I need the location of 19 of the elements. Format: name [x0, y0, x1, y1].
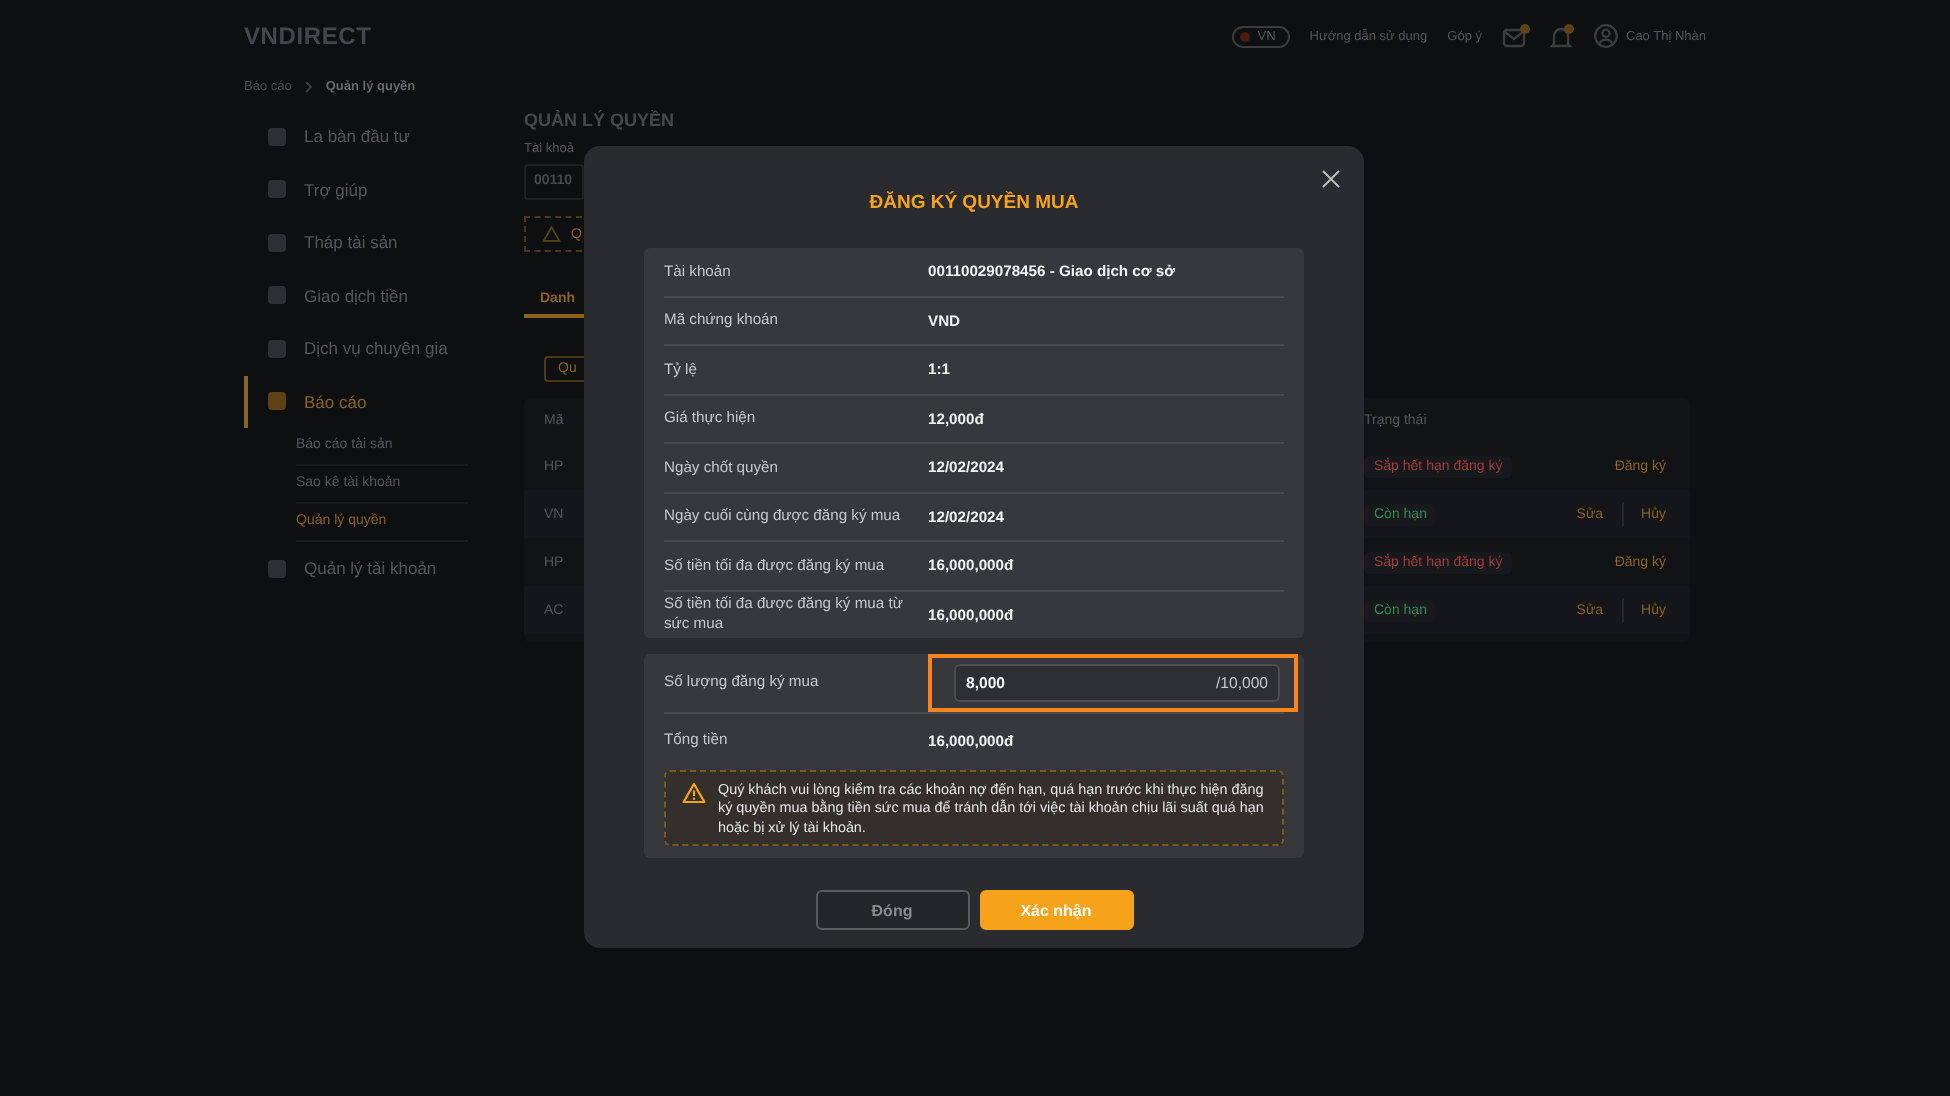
chevron-icon: [303, 80, 314, 94]
warning-icon: [682, 782, 706, 804]
mail-icon[interactable]: [1502, 24, 1530, 48]
dialog-title: ĐĂNG KÝ QUYỀN MUA: [867, 192, 1081, 218]
close-icon[interactable]: [1322, 170, 1340, 188]
sidebar-item[interactable]: Giao dịch tiền: [244, 269, 468, 322]
warning-icon: [542, 224, 562, 244]
sidebar-item[interactable]: Dịch vụ chuyên gia: [244, 322, 468, 375]
confirm-button[interactable]: Xác nhận: [979, 890, 1133, 931]
user-icon[interactable]: [1594, 24, 1618, 48]
sidebar-item[interactable]: Trợ giúp: [244, 163, 468, 216]
sidebar-item[interactable]: Báo cáo: [244, 375, 468, 428]
page-title: QUẢN LÝ QUYỀN: [524, 110, 677, 130]
sidebar-item[interactable]: Quản lý tài khoản: [244, 542, 468, 595]
sidebar-item[interactable]: Tháp tài sản: [244, 216, 468, 269]
bell-icon[interactable]: [1550, 23, 1574, 49]
logo[interactable]: VNDIRECT: [244, 22, 372, 50]
close-button[interactable]: Đóng: [815, 890, 969, 931]
sidebar-item[interactable]: La bàn đầu tư: [244, 110, 468, 163]
